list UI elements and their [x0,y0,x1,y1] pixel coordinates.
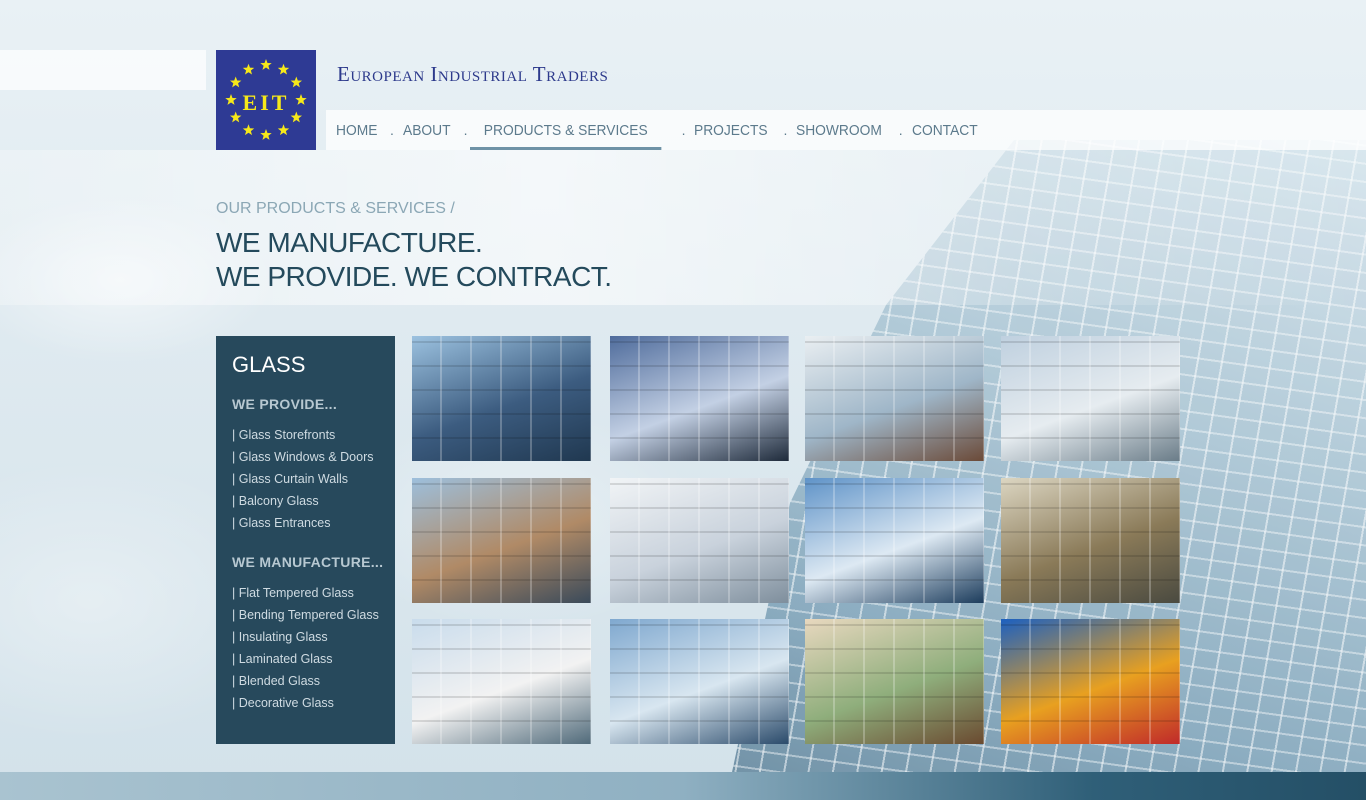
headline-line-2: WE PROVIDE. WE CONTRACT. [216,261,612,292]
provide-item[interactable]: Glass Entrances [232,512,395,534]
logo-star [277,63,290,75]
manufacture-item[interactable]: Laminated Glass [232,648,395,670]
manufacture-item[interactable]: Decorative Glass [232,692,395,714]
header-band [0,150,1366,305]
manufacture-item[interactable]: Insulating Glass [232,626,395,648]
logo-star [242,63,255,75]
provide-item[interactable]: Glass Curtain Walls [232,468,395,490]
manufacture-heading: WE MANUFACTURE... [232,554,384,570]
white-lobby-photo[interactable] [610,478,789,603]
glass-building-photo[interactable] [412,336,591,461]
nav-separator: . [681,122,686,138]
provide-item[interactable]: Glass Windows & Doors [232,446,395,468]
logo-star [229,111,242,123]
manufacture-list: Flat Tempered GlassBending Tempered Glas… [232,582,395,714]
stained-glass-photo[interactable] [1001,619,1180,744]
logo-star [225,94,237,105]
nav-separator: . [783,122,788,138]
logo-star [242,124,255,136]
sidebar-title: GLASS [232,352,306,377]
nav-separator: . [390,122,394,138]
manufacture-item[interactable]: Bending Tempered Glass [232,604,395,626]
brand-title: European Industrial Traders [337,62,609,86]
main-nav: HOME. ABOUT. PRODUCTS & SERVICES. PROJECTS.… [326,110,1366,150]
page-title: WE MANUFACTURE. WE PROVIDE. WE CONTRACT. [216,226,612,294]
logo-star [229,76,242,88]
logo-star [260,59,272,70]
breadcrumb: OUR PRODUCTS & SERVICES / [216,200,455,217]
nav-item-about[interactable]: ABOUT [403,110,451,150]
nav-item-home[interactable]: HOME [336,110,377,150]
balcony-sunset-photo[interactable] [610,336,789,461]
manufacture-item[interactable]: Flat Tempered Glass [232,582,395,604]
nav-item-products-services[interactable]: PRODUCTS & SERVICES [470,110,663,150]
logo-star [277,124,290,136]
nav-separator: . [898,122,903,138]
logo-star [260,129,272,140]
logo-text: EIT [243,90,290,115]
provide-item[interactable]: Balcony Glass [232,490,395,512]
glass-sidebar: GLASS WE PROVIDE... Glass StorefrontsGla… [216,336,395,744]
nav-item-contact[interactable]: CONTACT [912,110,978,150]
headline-line-1: WE MANUFACTURE. [216,227,483,258]
eit-logo[interactable]: EIT [216,50,316,150]
manufacture-item[interactable]: Blended Glass [232,670,395,692]
logo-star [290,111,303,123]
provide-heading: WE PROVIDE... [232,396,338,412]
footer-bar [0,772,1366,800]
apartment-interior-photo[interactable] [805,336,984,461]
sky-reflection-facade-photo[interactable] [805,478,984,603]
provide-list: Glass StorefrontsGlass Windows & DoorsGl… [232,424,395,534]
curtain-wall-photo[interactable] [610,619,789,744]
curved-glass-building-photo[interactable] [412,619,591,744]
nav-separator: . [463,122,468,138]
decorative-glass-doors-photo[interactable] [1001,478,1180,603]
nav-item-showroom[interactable]: SHOWROOM [796,110,882,150]
eu-stars-icon: EIT [225,59,307,140]
living-room-view-photo[interactable] [805,619,984,744]
logo-star [290,76,303,88]
modern-balcony-house-photo[interactable] [412,478,591,603]
left-stripe [0,50,206,90]
nav-item-projects[interactable]: PROJECTS [694,110,768,150]
white-house-sunroom-photo[interactable] [1001,336,1180,461]
logo-star [295,94,307,105]
provide-item[interactable]: Glass Storefronts [232,424,395,446]
